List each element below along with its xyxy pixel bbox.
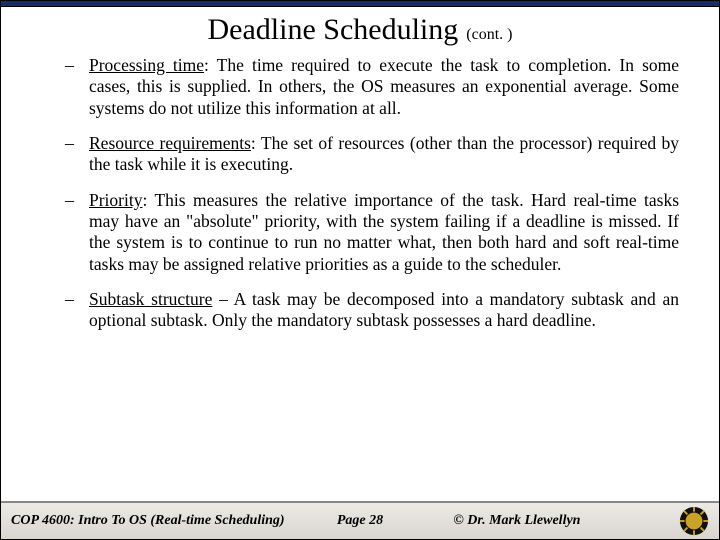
slide-title-suffix: (cont. ) [466, 26, 512, 43]
ucf-logo-icon [679, 506, 709, 536]
bullet-term: Priority [89, 190, 142, 210]
bullet-item: Resource requirements: The set of resour… [59, 133, 679, 176]
footer: COP 4600: Intro To OS (Real-time Schedul… [1, 501, 719, 539]
title-area: Deadline Scheduling (cont. ) [1, 7, 719, 51]
bullet-item: Processing time: The time required to ex… [59, 55, 679, 119]
bullet-sep: : [251, 133, 261, 153]
bullet-term: Processing time [89, 55, 204, 75]
slide-body: Processing time: The time required to ex… [1, 51, 719, 501]
footer-course: COP 4600: Intro To OS (Real-time Schedul… [11, 513, 285, 529]
slide: Deadline Scheduling (cont. ) Processing … [0, 0, 720, 540]
bullet-text: This measures the relative importance of… [89, 190, 679, 274]
slide-title: Deadline Scheduling [208, 13, 459, 46]
bullet-term: Resource requirements [89, 133, 251, 153]
bullet-item: Priority: This measures the relative imp… [59, 190, 679, 275]
footer-page: Page 28 [337, 513, 383, 529]
footer-copyright: © Dr. Mark Llewellyn [453, 513, 580, 529]
bullet-sep: : [204, 55, 217, 75]
bullet-sep: : [142, 190, 154, 210]
bullet-sep: – [212, 289, 233, 309]
bullet-item: Subtask structure – A task may be decomp… [59, 289, 679, 332]
bullet-term: Subtask structure [89, 289, 212, 309]
